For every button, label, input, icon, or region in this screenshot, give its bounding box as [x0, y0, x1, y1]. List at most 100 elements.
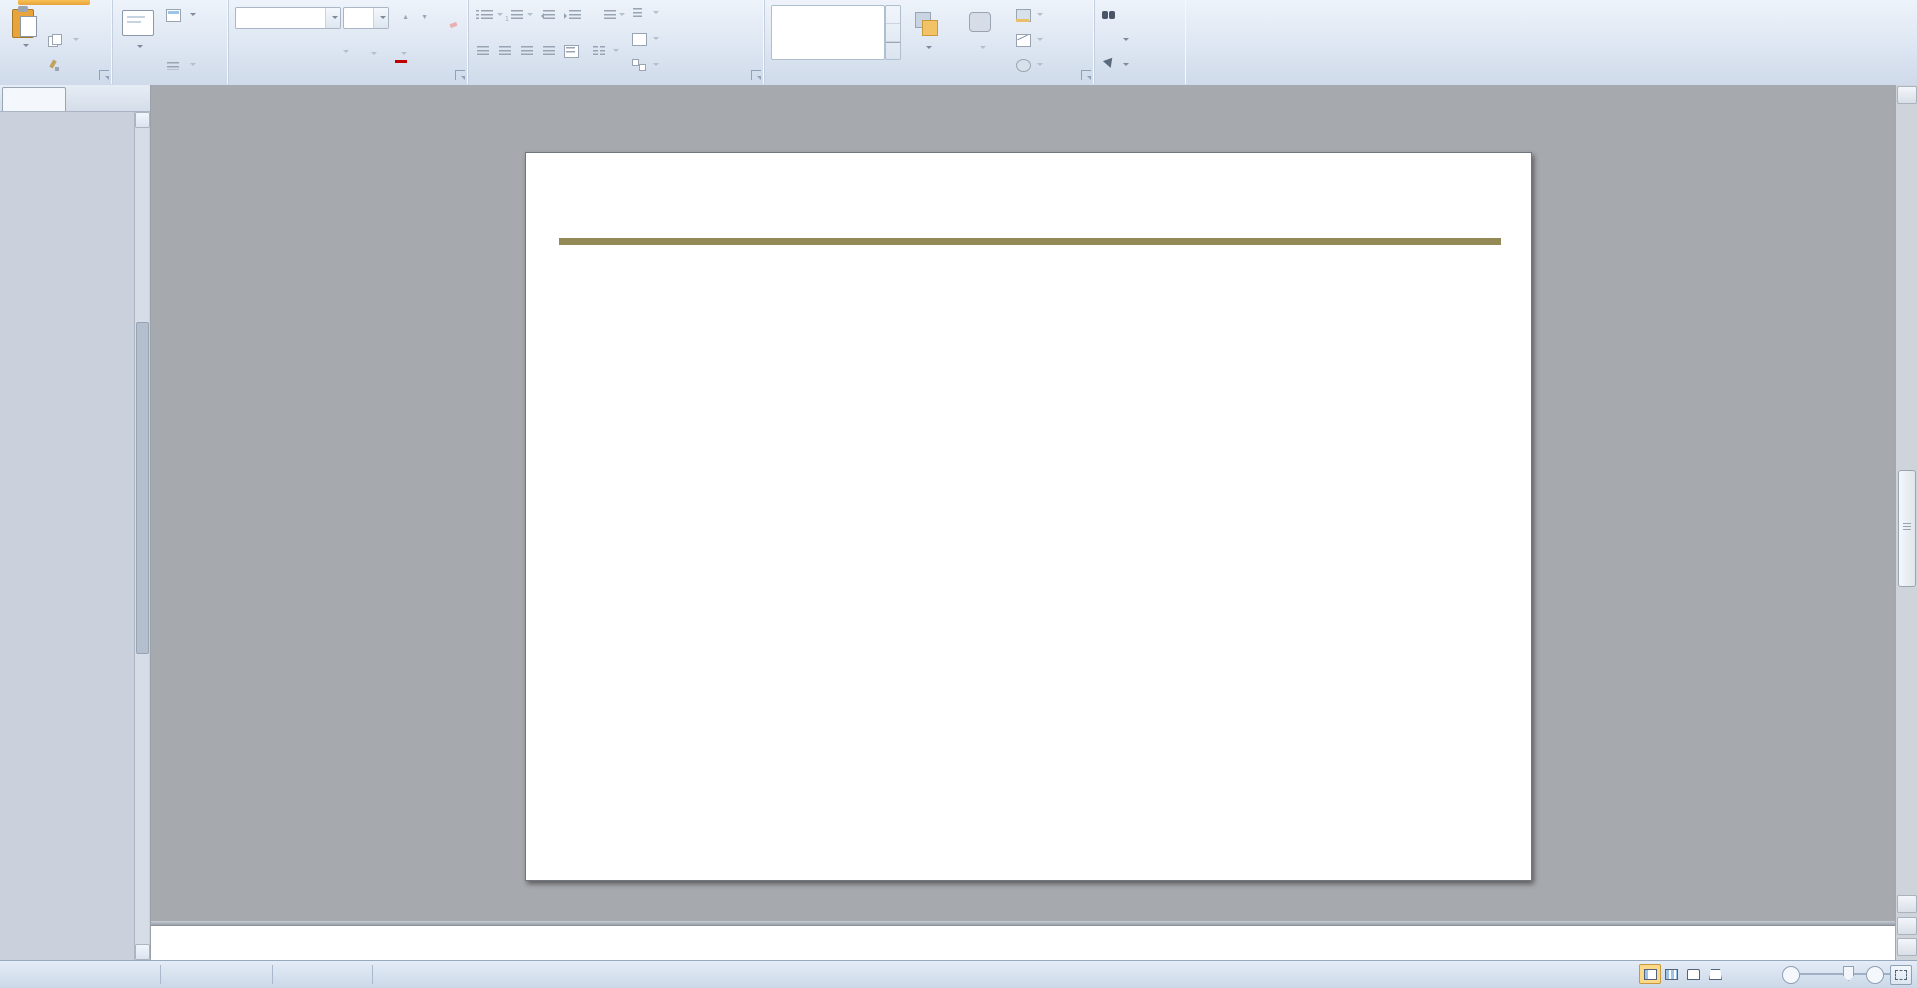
reset-button[interactable] — [165, 29, 184, 51]
clear-formatting-button[interactable] — [437, 7, 458, 29]
figure-4[interactable] — [604, 301, 1096, 601]
quick-styles-icon — [968, 12, 994, 38]
scroll-up-icon[interactable] — [1897, 86, 1917, 104]
convert-smartart-button[interactable] — [631, 54, 659, 76]
zoom-level[interactable] — [1728, 961, 1748, 988]
justify-button[interactable] — [541, 40, 560, 62]
cut-button[interactable] — [48, 4, 63, 26]
align-text-button[interactable] — [631, 28, 659, 50]
bullets-button[interactable] — [475, 4, 503, 26]
zoom-in-button[interactable] — [1866, 966, 1884, 984]
decrease-indent-button[interactable] — [541, 4, 560, 26]
title-rule — [559, 238, 1501, 245]
figure-5[interactable] — [1098, 301, 1518, 619]
panel-scroll-thumb[interactable] — [136, 322, 149, 654]
character-spacing-button[interactable] — [335, 44, 353, 64]
quick-styles-button[interactable] — [953, 4, 1009, 80]
font-size-caret-icon[interactable] — [373, 8, 388, 28]
select-button[interactable] — [1101, 54, 1129, 76]
drawing-dialog-launcher[interactable] — [1081, 70, 1091, 80]
bullets-icon — [475, 9, 493, 22]
status-language[interactable] — [280, 961, 300, 988]
underline-button[interactable] — [271, 44, 289, 64]
font-size-combo[interactable] — [343, 7, 389, 29]
bold-button[interactable] — [235, 44, 253, 64]
arrange-button[interactable] — [905, 4, 949, 80]
paste-button[interactable] — [2, 4, 46, 80]
clipboard-dialog-launcher[interactable] — [99, 70, 109, 80]
view-reading-button[interactable] — [1683, 965, 1703, 983]
paragraph-dialog-launcher[interactable] — [751, 70, 761, 80]
tab-slides[interactable] — [2, 87, 66, 111]
find-button[interactable] — [1101, 4, 1120, 26]
align-center-button[interactable] — [497, 40, 516, 62]
figure-4-streamline-image — [699, 301, 1089, 573]
panel-scroll-down-icon[interactable] — [135, 944, 150, 960]
zoom-slider-thumb[interactable] — [1843, 966, 1854, 981]
figure-7[interactable] — [1098, 608, 1518, 876]
reset-icon — [165, 34, 181, 47]
grow-font-button[interactable]: ▲ — [391, 7, 409, 27]
font-name-caret-icon[interactable] — [325, 8, 340, 28]
previous-slide-button[interactable] — [1897, 917, 1917, 935]
scroll-thumb[interactable] — [1898, 470, 1916, 587]
thumbnail-list — [0, 112, 135, 960]
font-dialog-launcher[interactable] — [455, 70, 465, 80]
shape-effects-button[interactable] — [1015, 54, 1043, 76]
slide-canvas[interactable] — [525, 152, 1532, 881]
layout-button[interactable] — [165, 4, 197, 26]
select-cursor-icon — [1101, 58, 1118, 75]
view-slideshow-button[interactable] — [1705, 965, 1725, 983]
next-slide-button[interactable] — [1897, 938, 1917, 956]
numbering-button[interactable]: 1 — [505, 4, 533, 26]
section-icon — [165, 59, 181, 72]
status-theme — [168, 961, 188, 988]
zoom-out-button[interactable] — [1782, 966, 1800, 984]
replace-icon — [1101, 34, 1117, 47]
view-slide-sorter-button[interactable] — [1661, 965, 1681, 983]
increase-indent-button[interactable] — [564, 4, 586, 26]
shape-fill-button[interactable] — [1015, 4, 1043, 26]
gallery-down-icon[interactable] — [886, 24, 900, 42]
panel-close-icon[interactable] — [129, 90, 146, 107]
copy-button[interactable] — [48, 29, 80, 51]
gallery-up-icon[interactable] — [886, 6, 900, 24]
section-button[interactable] — [165, 54, 197, 76]
panel-scrollbar[interactable] — [134, 112, 150, 960]
align-text-icon — [631, 33, 647, 47]
shrink-font-button[interactable]: ▼ — [411, 7, 429, 27]
distribute-button[interactable] — [563, 40, 582, 62]
paste-icon — [10, 6, 38, 38]
main-scrollbar[interactable] — [1895, 85, 1917, 960]
replace-button[interactable] — [1101, 29, 1129, 51]
ribbon-group-drawing — [765, 0, 1095, 84]
new-slide-button[interactable] — [116, 4, 160, 80]
text-shadow-button[interactable] — [309, 44, 327, 64]
align-center-icon — [497, 45, 513, 58]
view-normal-button[interactable] — [1639, 964, 1661, 984]
shape-outline-button[interactable] — [1015, 29, 1043, 51]
align-left-button[interactable] — [475, 40, 494, 62]
strikethrough-button[interactable] — [291, 44, 309, 64]
line-spacing-button[interactable] — [597, 4, 625, 26]
align-right-button[interactable] — [519, 40, 538, 62]
numbering-icon: 1 — [505, 9, 523, 23]
layout-icon — [165, 9, 181, 23]
scroll-down-icon[interactable] — [1897, 895, 1917, 913]
change-case-button[interactable] — [363, 44, 381, 64]
panel-scroll-up-icon[interactable] — [135, 112, 150, 128]
shapes-gallery[interactable] — [771, 5, 885, 60]
tab-outline[interactable] — [67, 87, 119, 111]
italic-button[interactable] — [253, 44, 271, 64]
text-direction-button[interactable] — [631, 2, 659, 24]
decrease-indent-icon — [541, 9, 557, 22]
format-painter-button[interactable] — [48, 54, 67, 76]
font-name-combo[interactable] — [235, 7, 341, 29]
notes-pane[interactable] — [151, 925, 1896, 961]
fit-to-window-button[interactable] — [1890, 965, 1912, 985]
figure-6[interactable] — [604, 608, 1096, 876]
shapes-gallery-scroll[interactable] — [885, 5, 901, 60]
font-color-button[interactable] — [393, 44, 411, 64]
columns-button[interactable] — [591, 40, 619, 62]
gallery-more-icon[interactable] — [886, 42, 900, 60]
